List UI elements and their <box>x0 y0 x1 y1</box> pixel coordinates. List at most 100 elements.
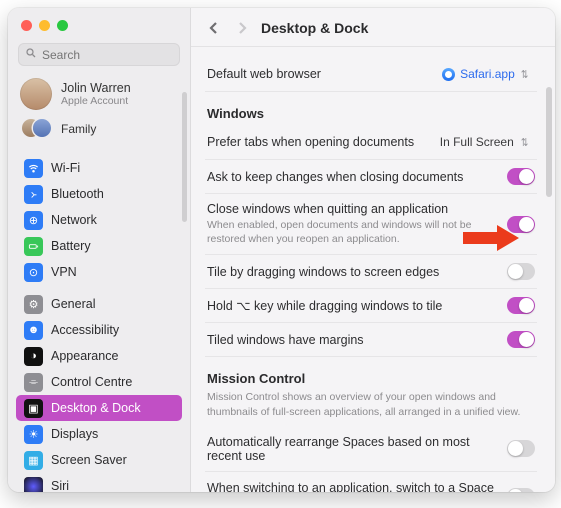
wifi-icon <box>24 159 43 178</box>
sidebar-item-label: Bluetooth <box>51 187 104 201</box>
sidebar-item-label: Control Centre <box>51 375 132 389</box>
sidebar-list: Wi-Fi ᚛ Bluetooth ⊕ Network Battery ⊙ VP… <box>8 147 190 492</box>
family-label: Family <box>61 122 96 136</box>
sidebar-item-account[interactable]: Jolin Warren Apple Account <box>8 72 190 116</box>
chevron-up-down-icon: ⇅ <box>521 68 528 81</box>
sidebar-item-screen-saver[interactable]: ▦ Screen Saver <box>16 447 182 473</box>
sidebar-item-accessibility[interactable]: ☻ Accessibility <box>16 317 182 343</box>
row-label: Close windows when quitting an applicati… <box>207 202 499 216</box>
sidebar-item-appearance[interactable]: ◑ Appearance <box>16 343 182 369</box>
row-ask-keep-changes: Ask to keep changes when closing documen… <box>205 160 537 194</box>
sidebar-item-label: General <box>51 297 95 311</box>
content-body: Default web browser Safari.app ⇅ Windows… <box>191 47 555 492</box>
appearance-icon: ◑ <box>24 347 43 366</box>
row-close-on-quit: Close windows when quitting an applicati… <box>205 194 537 255</box>
row-default-browser: Default web browser Safari.app ⇅ <box>205 57 537 92</box>
prefer-tabs-value: In Full Screen <box>440 135 514 149</box>
ask-keep-toggle[interactable] <box>507 168 535 185</box>
section-mission-control: Mission Control <box>205 357 537 390</box>
default-browser-selector[interactable]: Safari.app ⇅ <box>436 65 535 83</box>
displays-icon: ☀ <box>24 425 43 444</box>
family-avatars-icon <box>22 119 52 139</box>
tile-edges-toggle[interactable] <box>507 263 535 280</box>
content-panel: Desktop & Dock Default web browser Safar… <box>191 8 555 492</box>
network-icon: ⊕ <box>24 211 43 230</box>
search-field[interactable] <box>42 48 197 62</box>
row-label: Tiled windows have margins <box>207 333 499 347</box>
search-icon <box>25 47 37 62</box>
close-icon[interactable] <box>21 20 32 31</box>
avatar <box>20 78 52 110</box>
sidebar-item-label: Desktop & Dock <box>51 401 141 415</box>
sidebar-item-label: Network <box>51 213 97 227</box>
switch-space-toggle[interactable] <box>507 488 535 492</box>
sidebar-item-label: Appearance <box>51 349 118 363</box>
sidebar-item-family[interactable]: Family <box>8 116 190 147</box>
sidebar-item-label: Battery <box>51 239 91 253</box>
sidebar-item-control-centre[interactable]: ⌯ Control Centre <box>16 369 182 395</box>
gear-icon: ⚙ <box>24 295 43 314</box>
window-controls <box>8 8 190 37</box>
sidebar-item-siri[interactable]: Siri <box>16 473 182 492</box>
row-label: Ask to keep changes when closing documen… <box>207 170 499 184</box>
sidebar-item-label: Displays <box>51 427 98 441</box>
default-browser-value: Safari.app <box>460 67 515 81</box>
prefer-tabs-selector[interactable]: In Full Screen ⇅ <box>434 133 535 151</box>
scrollbar[interactable] <box>546 87 552 197</box>
chevron-up-down-icon: ⇅ <box>521 136 528 149</box>
row-hold-option: Hold ⌥ key while dragging windows to til… <box>205 289 537 323</box>
sidebar-item-desktop-dock[interactable]: ▣ Desktop & Dock <box>16 395 182 421</box>
control-centre-icon: ⌯ <box>24 373 43 392</box>
row-rearrange-spaces: Automatically rearrange Spaces based on … <box>205 427 537 472</box>
siri-icon <box>24 477 43 493</box>
sidebar-item-wifi[interactable]: Wi-Fi <box>16 155 182 181</box>
battery-icon <box>24 237 43 256</box>
search-input[interactable] <box>18 43 180 66</box>
sidebar-item-vpn[interactable]: ⊙ VPN <box>16 259 182 285</box>
maximize-icon[interactable] <box>57 20 68 31</box>
row-tiled-margins: Tiled windows have margins <box>205 323 537 357</box>
row-label: Hold ⌥ key while dragging windows to til… <box>207 298 499 313</box>
account-name: Jolin Warren <box>61 81 131 95</box>
content-header: Desktop & Dock <box>191 8 555 47</box>
row-switch-space: When switching to an application, switch… <box>205 472 537 492</box>
sidebar-scrollbar[interactable] <box>182 92 187 222</box>
margins-toggle[interactable] <box>507 331 535 348</box>
settings-window: Jolin Warren Apple Account Family Wi-Fi … <box>8 8 555 492</box>
bluetooth-icon: ᚛ <box>24 185 43 204</box>
row-label: Default web browser <box>207 67 428 81</box>
sidebar-item-network[interactable]: ⊕ Network <box>16 207 182 233</box>
page-title: Desktop & Dock <box>261 20 368 36</box>
dock-icon: ▣ <box>24 399 43 418</box>
sidebar-item-label: Screen Saver <box>51 453 127 467</box>
sidebar-item-displays[interactable]: ☀ Displays <box>16 421 182 447</box>
account-sub: Apple Account <box>61 95 131 107</box>
sidebar-item-label: VPN <box>51 265 77 279</box>
row-label: When switching to an application, switch… <box>207 480 499 492</box>
sidebar-item-battery[interactable]: Battery <box>16 233 182 259</box>
row-label: Automatically rearrange Spaces based on … <box>207 435 499 463</box>
screensaver-icon: ▦ <box>24 451 43 470</box>
vpn-icon: ⊙ <box>24 263 43 282</box>
section-windows: Windows <box>205 92 537 125</box>
mission-control-subtext: Mission Control shows an overview of you… <box>205 390 537 426</box>
row-subtext: When enabled, open documents and windows… <box>207 216 499 246</box>
rearrange-spaces-toggle[interactable] <box>507 440 535 457</box>
hold-option-toggle[interactable] <box>507 297 535 314</box>
sidebar-item-label: Wi-Fi <box>51 161 80 175</box>
row-tile-edges: Tile by dragging windows to screen edges <box>205 255 537 289</box>
row-prefer-tabs: Prefer tabs when opening documents In Fu… <box>205 125 537 160</box>
row-label: Tile by dragging windows to screen edges <box>207 265 499 279</box>
minimize-icon[interactable] <box>39 20 50 31</box>
row-label: Prefer tabs when opening documents <box>207 135 426 149</box>
back-button[interactable] <box>205 19 223 37</box>
safari-icon <box>442 68 455 81</box>
accessibility-icon: ☻ <box>24 321 43 340</box>
forward-button[interactable] <box>233 19 251 37</box>
sidebar: Jolin Warren Apple Account Family Wi-Fi … <box>8 8 191 492</box>
sidebar-item-bluetooth[interactable]: ᚛ Bluetooth <box>16 181 182 207</box>
close-quit-toggle[interactable] <box>507 216 535 233</box>
sidebar-item-label: Siri <box>51 479 69 492</box>
sidebar-item-general[interactable]: ⚙ General <box>16 291 182 317</box>
sidebar-item-label: Accessibility <box>51 323 119 337</box>
